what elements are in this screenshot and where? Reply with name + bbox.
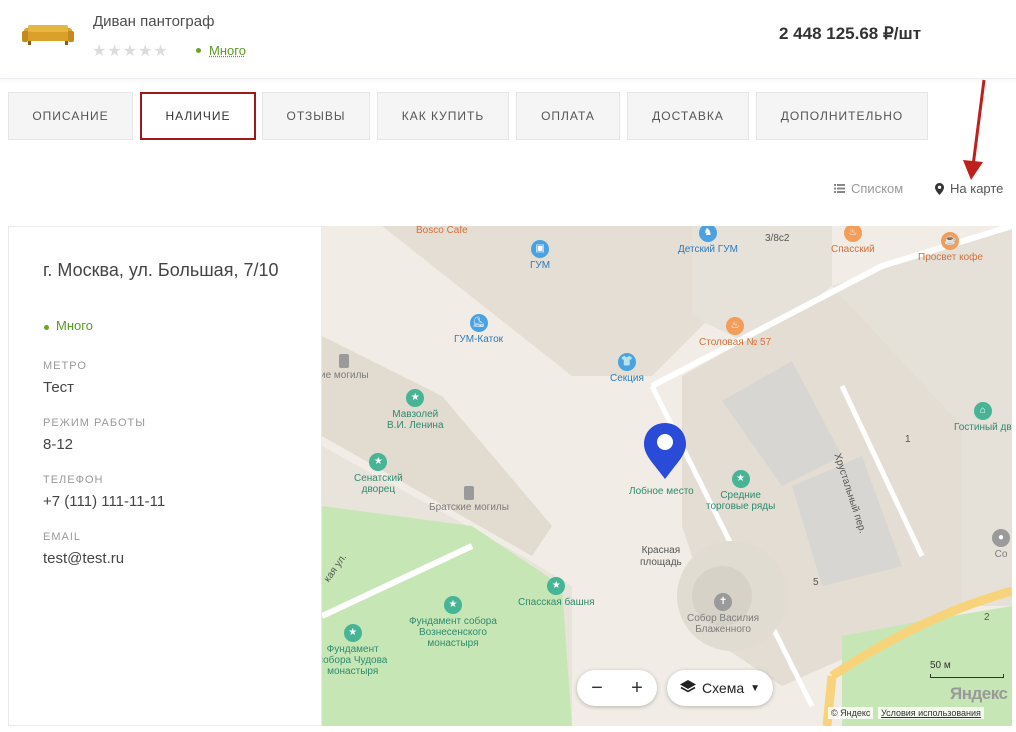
poi-spasskaya-bashnya[interactable]: ★ Спасская башня xyxy=(518,577,595,608)
zoom-out-button[interactable]: − xyxy=(591,677,603,700)
star-icon: ★ xyxy=(343,624,362,642)
church-icon: ✝ xyxy=(714,593,733,611)
layers-icon xyxy=(679,679,696,697)
phone-value[interactable]: +7 (111) 111-11-11 xyxy=(43,493,165,510)
hours-label: РЕЖИМ РАБОТЫ xyxy=(43,417,147,429)
star-icon: ★ xyxy=(547,577,566,595)
monument-icon xyxy=(339,354,350,368)
poi-partial-right[interactable]: ● Со xyxy=(992,529,1010,560)
email-label: EMAIL xyxy=(43,531,82,543)
stock-link[interactable]: Много xyxy=(209,43,246,58)
rating-stars[interactable]: ★★★★★ xyxy=(92,41,169,61)
view-map-toggle[interactable]: На карте xyxy=(935,181,1003,196)
star-icon: ★ xyxy=(443,596,462,614)
tab-additional[interactable]: Дополнительно xyxy=(756,92,928,140)
store-card: г. Москва, ул. Большая, 7/10 Много МЕТРО… xyxy=(8,226,322,726)
stock-indicator-dot xyxy=(196,48,201,53)
store-address: г. Москва, ул. Большая, 7/10 xyxy=(43,260,279,280)
view-list-label: Списком xyxy=(851,181,904,196)
view-map-label: На карте xyxy=(950,181,1004,196)
product-header: Диван пантограф ★★★★★ Много 2 448 125.68… xyxy=(0,0,1016,79)
poi-gum[interactable]: ▣ ГУМ xyxy=(530,240,550,271)
poi-sektsia[interactable]: 👕 Секция xyxy=(610,353,644,384)
star-icon: ★ xyxy=(731,470,750,488)
poi-mogily-left[interactable]: ие могилы xyxy=(322,354,369,381)
poi-bratskie-mogily[interactable]: Братские могилы xyxy=(429,486,509,513)
poi-sobor-vasiliya[interactable]: ✝ Собор Василия Блаженного xyxy=(687,593,759,635)
poi-gum-katok[interactable]: ⛸ ГУМ-Каток xyxy=(454,314,503,345)
map-base-layer[interactable] xyxy=(322,226,1012,726)
map-layers-button[interactable]: Схема ▼ xyxy=(667,670,773,706)
metro-value: Тест xyxy=(43,379,75,396)
list-icon xyxy=(834,184,845,193)
house-number-1: 1 xyxy=(905,434,911,445)
sofa-thumbnail[interactable] xyxy=(22,23,74,45)
product-name[interactable]: Диван пантограф xyxy=(93,13,214,30)
poi-senatsky-dvorets[interactable]: ★ Сенатский дворец xyxy=(354,453,403,495)
map-scale-label: 50 м xyxy=(930,660,951,671)
poi-mavzoley[interactable]: ★ Мавзолей В.И. Ленина xyxy=(387,389,444,431)
poi-fundament-voznesensky[interactable]: ★ Фундамент собора Вознесенского монастыря xyxy=(409,596,497,649)
yandex-logo[interactable]: Яндекс xyxy=(950,684,1008,704)
annotation-arrow xyxy=(963,79,986,180)
label-krasnaya-ploshchad: Красная площадь xyxy=(640,545,682,568)
product-price: 2 448 125.68 ₽/шт xyxy=(779,24,922,43)
shopping-bag-icon: ▣ xyxy=(531,240,550,258)
tab-availability[interactable]: Наличие xyxy=(140,92,256,140)
email-value[interactable]: test@test.ru xyxy=(43,550,124,567)
map-pin-icon xyxy=(935,182,944,195)
zoom-control: − + xyxy=(577,670,657,706)
star-icon: ★ xyxy=(369,453,388,471)
monument-icon xyxy=(463,486,474,500)
map-terms-link[interactable]: Условия использования xyxy=(878,707,984,719)
layers-label: Схема xyxy=(701,680,745,696)
tshirt-icon: 👕 xyxy=(617,353,636,371)
house-number-38c2: 3/8с2 xyxy=(765,233,790,244)
poi-gostiny-dvor[interactable]: ⌂ Гостиный дв xyxy=(954,402,1012,433)
tab-reviews[interactable]: Отзывы xyxy=(262,92,370,140)
house-number-2: 2 xyxy=(984,612,990,623)
star-icon: ★ xyxy=(406,389,425,407)
tab-how-to-buy[interactable]: Как купить xyxy=(377,92,509,140)
coffee-icon: ☕ xyxy=(941,232,960,250)
location-icon: ● xyxy=(992,529,1010,547)
poi-prosvet-coffee[interactable]: ☕ Просвет кофе xyxy=(918,232,983,263)
poi-fundament-chudov[interactable]: ★ Фундамент собора Чудова монастыря xyxy=(322,624,387,677)
tab-description[interactable]: Описание xyxy=(8,92,133,140)
store-stock: Много xyxy=(56,318,93,333)
poi-detsky-gum[interactable]: ♞ Детский ГУМ xyxy=(678,226,738,255)
house-number-5: 5 xyxy=(813,577,819,588)
map-copyright[interactable]: © Яндекс xyxy=(828,707,874,719)
view-list-toggle[interactable]: Списком xyxy=(834,181,903,196)
food-icon: ♨ xyxy=(726,317,745,335)
poi-spassky[interactable]: ♨ Спасский xyxy=(831,226,875,255)
map-scale-bar xyxy=(930,674,1004,678)
tab-payment[interactable]: Оплата xyxy=(516,92,620,140)
poi-bosco-cafe[interactable]: Bosco Cafe xyxy=(416,226,468,236)
store-stock-dot xyxy=(44,325,49,330)
poi-srednie-ryady[interactable]: ★ Средние торговые ряды xyxy=(706,470,775,512)
poi-stolovaya-57[interactable]: ♨ Столовая № 57 xyxy=(699,317,771,348)
hours-value: 8-12 xyxy=(43,436,74,453)
metro-label: МЕТРО xyxy=(43,360,87,372)
rocking-horse-icon: ♞ xyxy=(698,226,717,242)
poi-lobnoe-mesto[interactable]: Лобное место xyxy=(629,486,694,497)
chevron-down-icon: ▼ xyxy=(750,682,761,694)
tab-delivery[interactable]: Доставка xyxy=(627,92,749,140)
yandex-map[interactable]: Bosco Cafe ▣ ГУМ ♞ Детский ГУМ 3/8с2 ♨ Спас… xyxy=(322,226,1012,726)
zoom-in-button[interactable]: + xyxy=(631,677,643,700)
food-icon: ♨ xyxy=(843,226,862,242)
museum-icon: ⌂ xyxy=(973,402,992,420)
phone-label: ТЕЛЕФОН xyxy=(43,474,104,486)
skate-icon: ⛸ xyxy=(469,314,488,332)
